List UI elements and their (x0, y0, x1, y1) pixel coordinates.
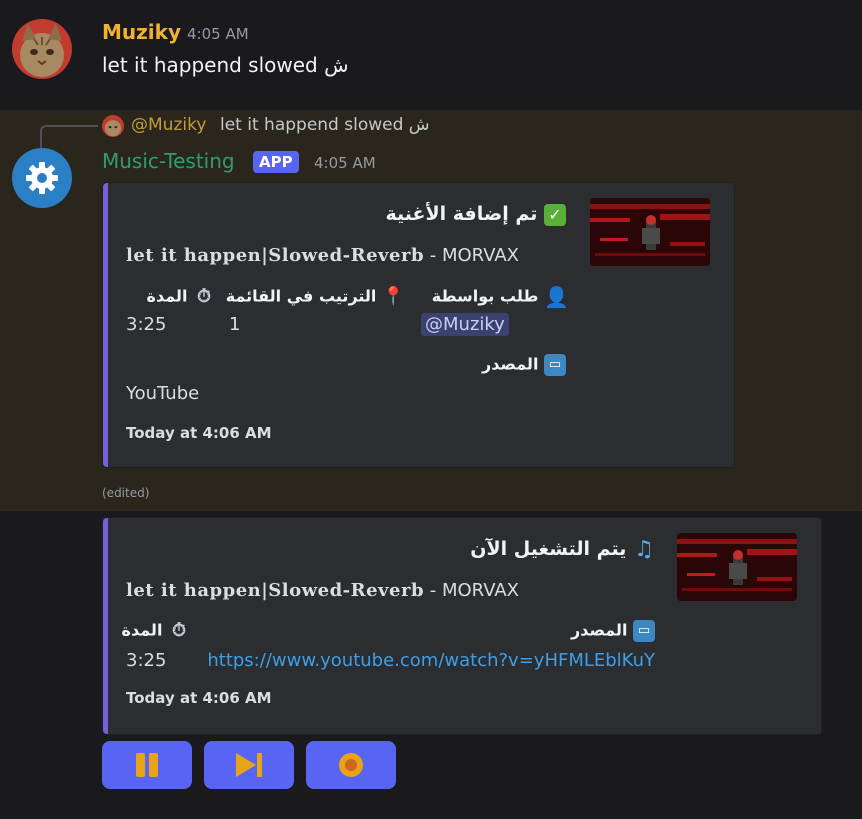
embed-title-text: يتم التشغيل الآن (470, 538, 627, 560)
tv-icon: ▭ (633, 620, 655, 642)
embed-title-text: تم إضافة الأغنية (385, 203, 538, 225)
field-source-label: ▭ المصدر (571, 620, 655, 642)
message-text: let it happend slowed ش (102, 53, 349, 77)
field-label: المصدر (481, 354, 539, 374)
song-thumbnail[interactable] (590, 198, 710, 266)
embed-accent-bar (103, 518, 108, 734)
field-label: الترتيب في القائمة (225, 286, 377, 306)
embed-description: let it happen|Slowed-Reverb - MORVAX (126, 245, 519, 266)
song-title: let it happen|Slowed-Reverb (126, 245, 425, 266)
reply-preview-text[interactable]: let it happend slowed ش (220, 115, 430, 135)
app-badge: APP (253, 151, 299, 173)
field-duration-label: ⏱ المدة (122, 620, 190, 642)
embed-footer: Today at 4:06 AM (126, 689, 272, 707)
bot-avatar[interactable] (12, 148, 72, 208)
field-label: طلب بواسطة (431, 286, 539, 306)
field-position-value: 1 (229, 314, 241, 335)
edited-label: (edited) (102, 486, 150, 500)
person-icon: 👤 (544, 285, 569, 309)
field-label: المدة (121, 620, 163, 640)
bot-username[interactable]: Music-Testing (102, 149, 235, 173)
embed-title: ✓ تم إضافة الأغنية (385, 203, 566, 226)
field-duration-value: 3:25 (126, 314, 167, 335)
field-requested-by-label: 👤 طلب بواسطة (431, 285, 569, 309)
username[interactable]: Muziky (102, 20, 181, 44)
field-position-label: 📍 الترتيب في القائمة (225, 286, 405, 308)
field-source-label: ▭ المصدر (482, 354, 566, 376)
field-source-value[interactable]: https://www.youtube.com/watch?v=yHFMLEbl… (207, 650, 655, 671)
pin-icon: 📍 (382, 286, 405, 307)
pause-button[interactable] (102, 741, 192, 789)
field-requested-by-value[interactable]: @Muziky (421, 313, 509, 336)
message-timestamp: 4:05 AM (187, 25, 249, 43)
user-avatar[interactable] (12, 19, 72, 79)
song-artist: - MORVAX (424, 580, 520, 601)
check-icon: ✓ (544, 203, 566, 226)
music-note-icon: ♫ (634, 536, 654, 562)
embed-footer: Today at 4:06 AM (126, 424, 272, 442)
stop-icon (339, 753, 363, 777)
reply-connector (40, 125, 98, 149)
tv-icon: ▭ (544, 354, 566, 376)
field-duration-value: 3:25 (126, 650, 167, 671)
embed-description: let it happen|Slowed-Reverb - MORVAX (126, 580, 519, 601)
reply-mention[interactable]: @Muziky (131, 115, 206, 135)
reply-avatar[interactable] (102, 115, 124, 137)
gear-icon (26, 162, 58, 194)
song-added-embed: ✓ تم إضافة الأغنية let it happen|Slowed-… (102, 182, 735, 468)
stopwatch-icon: ⏱ (171, 620, 187, 641)
embed-accent-bar (103, 183, 108, 467)
song-title: let it happen|Slowed-Reverb (126, 580, 425, 601)
source-link[interactable]: https://www.youtube.com/watch?v=yHFMLEbl… (207, 650, 655, 671)
user-mention[interactable]: @Muziky (421, 313, 509, 336)
field-source-value: YouTube (126, 383, 200, 404)
now-playing-embed: ♫ يتم التشغيل الآن let it happen|Slowed-… (102, 517, 822, 735)
skip-icon (236, 753, 262, 777)
message-timestamp: 4:05 AM (314, 154, 376, 172)
field-label: المصدر (570, 620, 628, 640)
pause-icon (136, 753, 158, 777)
stop-button[interactable] (306, 741, 396, 789)
bot-message: @Muziky let it happend slowed ش Music-Te… (0, 110, 862, 511)
embed-title: ♫ يتم التشغيل الآن (470, 538, 655, 561)
song-thumbnail[interactable] (677, 533, 797, 601)
user-message: Muziky 4:05 AM let it happend slowed ش (0, 0, 862, 110)
field-label: المدة (146, 286, 188, 306)
stopwatch-icon: ⏱ (196, 286, 212, 307)
song-artist: - MORVAX (424, 245, 520, 266)
field-duration-label: ⏱ المدة (147, 286, 215, 308)
skip-button[interactable] (204, 741, 294, 789)
